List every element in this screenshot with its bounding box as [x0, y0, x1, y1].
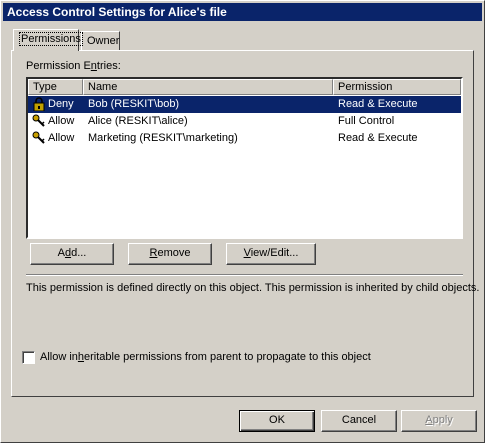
column-header-name[interactable]: Name [83, 79, 333, 95]
inherit-permissions-checkbox[interactable] [22, 351, 35, 364]
keys-icon [32, 114, 45, 127]
remove-button[interactable]: Remove [128, 243, 212, 265]
permissions-panel: Permission Entries: Type Name Permission… [11, 50, 479, 397]
row-permission: Read & Execute [338, 98, 418, 110]
row-type: Deny [48, 98, 74, 110]
permission-row[interactable]: Allow Marketing (RESKIT\marketing) Read … [28, 130, 461, 147]
permission-description: This permission is defined directly on t… [26, 282, 480, 294]
permission-row[interactable]: Allow Alice (RESKIT\alice) Full Control [28, 113, 461, 130]
column-header-permission[interactable]: Permission [333, 79, 461, 95]
inherit-permissions-label[interactable]: Allow inheritable permissions from paren… [40, 351, 371, 363]
permission-entries-list[interactable]: Type Name Permission Deny Bob (RESKIT\bo… [26, 77, 463, 239]
window-title: Access Control Settings for Alice's file [3, 3, 482, 21]
keys-icon [32, 131, 45, 144]
tab-owner[interactable]: Owner [81, 31, 120, 50]
row-permission: Full Control [338, 115, 395, 127]
ok-button[interactable]: OK [239, 410, 315, 432]
view-edit-button[interactable]: View/Edit... [226, 243, 316, 265]
cancel-button[interactable]: Cancel [321, 410, 397, 432]
permission-entries-label: Permission Entries: [26, 60, 121, 72]
row-type: Allow [48, 132, 75, 144]
lock-icon [33, 97, 45, 111]
row-name: Alice (RESKIT\alice) [88, 115, 188, 127]
column-header-type[interactable]: Type [28, 79, 83, 95]
tab-permissions[interactable]: Permissions [13, 29, 83, 51]
tab-permissions-label: Permissions [19, 32, 83, 46]
row-permission: Read & Execute [338, 132, 418, 144]
row-name: Marketing (RESKIT\marketing) [88, 132, 238, 144]
permission-row[interactable]: Deny Bob (RESKIT\bob) Read & Execute [28, 96, 461, 113]
row-type: Allow [48, 115, 75, 127]
add-button[interactable]: Add... [30, 243, 114, 265]
tab-owner-label: Owner [87, 35, 120, 47]
apply-button[interactable]: Apply [401, 410, 477, 432]
access-control-settings-window: Access Control Settings for Alice's file… [0, 0, 485, 443]
row-name: Bob (RESKIT\bob) [88, 98, 180, 110]
separator [26, 274, 463, 276]
